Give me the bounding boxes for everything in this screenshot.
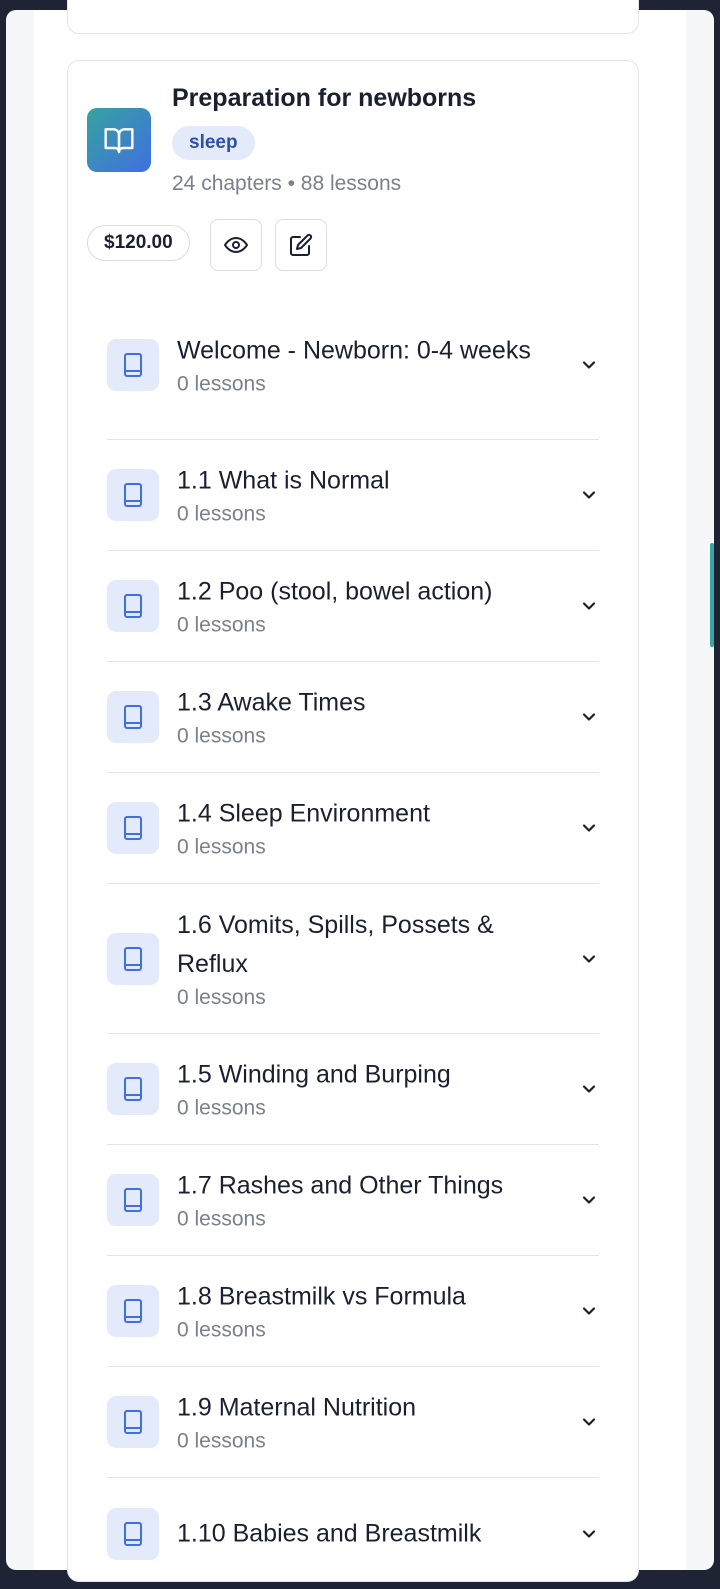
chapter-title: 1.2 Poo (stool, bowel action) [177, 577, 493, 606]
view-button[interactable] [210, 219, 262, 271]
chevron-down-icon[interactable] [579, 1524, 599, 1544]
chapter-item[interactable]: 1.10 Babies and Breastmilk [107, 1478, 599, 1589]
chapter-item[interactable]: 1.1 What is Normal 0 lessons [107, 440, 599, 551]
chapter-title: 1.3 Awake Times [177, 688, 366, 717]
chapter-lessons: 0 lessons [177, 372, 266, 395]
chapter-item[interactable]: 1.9 Maternal Nutrition 0 lessons [107, 1367, 599, 1478]
book-icon [107, 1285, 159, 1337]
chevron-down-icon[interactable] [579, 949, 599, 969]
eye-icon [224, 237, 248, 253]
book-icon [107, 802, 159, 854]
course-meta: 24 chapters • 88 lessons [172, 172, 402, 195]
course-title: Preparation for newborns [172, 84, 477, 112]
scrollbar-thumb[interactable] [710, 543, 714, 647]
book-icon [107, 338, 159, 391]
book-icon [107, 1174, 159, 1226]
edit-icon [290, 233, 313, 256]
chapter-lessons: 0 lessons [177, 985, 266, 1009]
chapter-title: 1.9 Maternal Nutrition [177, 1393, 417, 1422]
chapter-title: 1.5 Winding and Burping [177, 1060, 451, 1089]
chapter-title: 1.1 What is Normal [177, 466, 390, 495]
chapter-title: Welcome - Newborn: 0-4 weeks [177, 336, 531, 364]
chapter-lessons: 0 lessons [177, 724, 266, 748]
chevron-down-icon[interactable] [579, 707, 599, 727]
chapter-title: 1.6 Vomits, Spills, Possets & Reflux [177, 910, 494, 978]
previous-course-card [67, 0, 639, 34]
chevron-down-icon[interactable] [579, 1301, 599, 1321]
chapter-item[interactable]: 1.7 Rashes and Other Things 0 lessons [107, 1145, 599, 1256]
book-icon [107, 691, 159, 743]
chapter-title: 1.10 Babies and Breastmilk [177, 1519, 482, 1547]
book-icon [107, 469, 159, 521]
chapter-title: 1.7 Rashes and Other Things [177, 1171, 504, 1200]
chevron-down-icon[interactable] [579, 596, 599, 616]
open-book-icon [87, 108, 151, 172]
chapter-item[interactable]: 1.5 Winding and Burping 0 lessons [107, 1034, 599, 1145]
chapter-item[interactable]: 1.2 Poo (stool, bowel action) 0 lessons [107, 551, 599, 662]
chapter-title: 1.8 Breastmilk vs Formula [177, 1282, 466, 1311]
chapter-item[interactable]: Welcome - Newborn: 0-4 weeks 0 lessons [107, 290, 599, 440]
chapter-title: 1.4 Sleep Environment [177, 799, 430, 828]
chapter-lessons: 0 lessons [177, 1096, 266, 1120]
chapter-lessons: 0 lessons [177, 1207, 266, 1231]
chapter-lessons: 0 lessons [177, 1318, 266, 1342]
chapter-item[interactable]: 1.8 Breastmilk vs Formula 0 lessons [107, 1256, 599, 1367]
price-badge: $120.00 [87, 225, 190, 261]
chevron-down-icon[interactable] [579, 485, 599, 505]
chapter-lessons: 0 lessons [177, 613, 266, 637]
book-icon [107, 580, 159, 632]
chapter-lessons: 0 lessons [177, 835, 266, 859]
chevron-down-icon[interactable] [579, 1190, 599, 1210]
chapter-item[interactable]: 1.3 Awake Times 0 lessons [107, 662, 599, 773]
chapter-item[interactable]: 1.4 Sleep Environment 0 lessons [107, 773, 599, 884]
chapter-lessons: 0 lessons [177, 1429, 266, 1453]
edit-button[interactable] [275, 219, 327, 271]
chevron-down-icon[interactable] [579, 355, 599, 375]
chapter-list: Welcome - Newborn: 0-4 weeks 0 lessons 1.… [107, 290, 599, 1589]
book-icon [107, 1396, 159, 1448]
book-icon [107, 932, 159, 985]
chapter-item[interactable]: 1.6 Vomits, Spills, Possets & Reflux 0 le… [107, 884, 599, 1034]
chevron-down-icon[interactable] [579, 1412, 599, 1432]
chapter-lessons: 0 lessons [177, 502, 266, 526]
book-icon [107, 1063, 159, 1115]
category-tag: sleep [172, 126, 255, 160]
chevron-down-icon[interactable] [579, 1079, 599, 1099]
chevron-down-icon[interactable] [579, 818, 599, 838]
